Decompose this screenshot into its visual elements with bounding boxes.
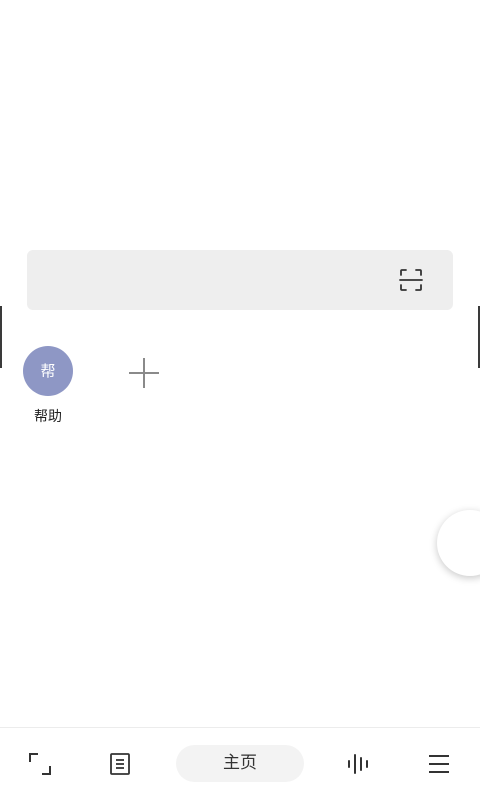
left-edge-handle[interactable]	[0, 306, 2, 368]
menu-icon	[429, 755, 449, 773]
nav-menu-button[interactable]	[419, 746, 459, 782]
back-corner-icon	[29, 753, 51, 775]
nav-back-button[interactable]	[20, 746, 60, 782]
voice-wave-icon	[348, 754, 368, 774]
shortcut-label: 帮助	[34, 409, 62, 425]
bottom-navigation: 主页	[0, 727, 480, 801]
nav-notes-button[interactable]	[100, 746, 140, 782]
search-bar[interactable]	[27, 250, 453, 310]
scan-icon[interactable]	[399, 268, 423, 292]
shortcut-help[interactable]: 帮 帮助	[10, 346, 86, 426]
plus-icon[interactable]	[127, 356, 161, 390]
nav-voice-button[interactable]	[338, 746, 378, 782]
home-button[interactable]: 主页	[176, 745, 304, 782]
notes-icon	[110, 753, 130, 775]
shortcut-avatar: 帮	[23, 346, 73, 396]
floating-action-button[interactable]	[437, 510, 480, 576]
